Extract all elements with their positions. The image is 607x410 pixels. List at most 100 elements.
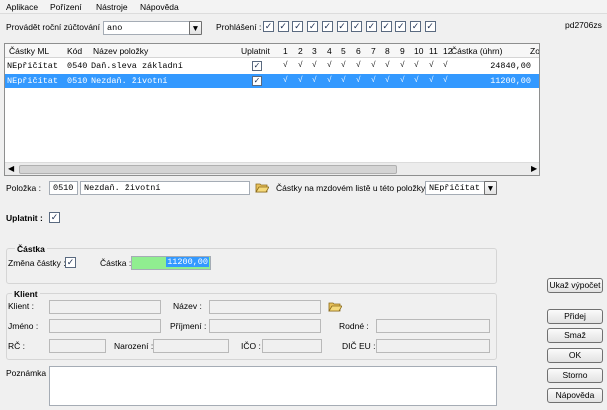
cell-month-tick: √ bbox=[341, 76, 346, 85]
menu-bar: Aplikace Pořízení Nástroje Nápověda bbox=[0, 0, 607, 14]
col-zo[interactable]: Zo bbox=[530, 46, 539, 56]
col-month[interactable]: 2 bbox=[298, 46, 303, 56]
klient-label: Klient : bbox=[8, 301, 34, 311]
klient-field[interactable] bbox=[49, 300, 161, 314]
rocni-zuctovani-select[interactable]: ano bbox=[103, 21, 190, 35]
polozka-nazev-field[interactable]: Nezdaň. životní bbox=[80, 181, 250, 195]
prohlaseni-checkbox[interactable]: ✓ bbox=[424, 21, 436, 32]
col-month[interactable]: 9 bbox=[400, 46, 405, 56]
check-icon: ✓ bbox=[264, 21, 273, 31]
col-month[interactable]: 4 bbox=[327, 46, 332, 56]
castky-mzdovy-list-value: NEpřičítat bbox=[429, 183, 481, 193]
jmeno-field[interactable] bbox=[49, 319, 161, 333]
castka-group bbox=[6, 248, 497, 284]
prohlaseni-checkbox[interactable]: ✓ bbox=[263, 21, 274, 32]
prijmeni-label: Příjmení : bbox=[170, 321, 207, 331]
nazev-field[interactable] bbox=[209, 300, 321, 314]
col-month[interactable]: 3 bbox=[312, 46, 317, 56]
col-nazev[interactable]: Název položky bbox=[93, 46, 148, 56]
scroll-left-icon[interactable]: ◀ bbox=[8, 164, 14, 173]
cell-month-tick: √ bbox=[400, 61, 405, 70]
uplatnit-checkbox[interactable]: ✓ bbox=[49, 212, 60, 223]
polozky-grid[interactable]: Částky ML Kód Název položky Uplatnit 123… bbox=[4, 43, 540, 176]
col-month[interactable]: 10 bbox=[414, 46, 423, 56]
cell-month-tick: √ bbox=[312, 76, 317, 85]
col-month[interactable]: 8 bbox=[385, 46, 390, 56]
col-month[interactable]: 7 bbox=[371, 46, 376, 56]
check-icon: ✓ bbox=[367, 21, 376, 31]
cell-month-tick: √ bbox=[385, 61, 390, 70]
castky-mzdovy-list-dropdown-button[interactable]: ▼ bbox=[484, 181, 497, 195]
row-uplatnit-checkbox[interactable]: ✓ bbox=[252, 76, 262, 86]
ico-field[interactable] bbox=[262, 339, 322, 353]
rodne-field[interactable] bbox=[376, 319, 490, 333]
castky-mzdovy-list-select[interactable]: NEpřičítat bbox=[425, 181, 485, 195]
prohlaseni-checkbox[interactable]: ✓ bbox=[395, 21, 407, 32]
prijmeni-field[interactable] bbox=[209, 319, 321, 333]
prohlaseni-checkbox[interactable]: ✓ bbox=[277, 21, 289, 32]
horizontal-scrollbar[interactable]: ◀ ▶ bbox=[5, 162, 539, 175]
table-row[interactable]: NEpřičítat 0510 Nezdaň. životní ✓ √ √ √ √ √ √ √ √ √ √… bbox=[5, 74, 539, 88]
scrollbar-thumb[interactable] bbox=[19, 165, 397, 174]
form-id: pd2706zs bbox=[565, 20, 602, 30]
storno-button[interactable]: Storno bbox=[547, 368, 603, 383]
cell-castky-ml: NEpřičítat bbox=[7, 61, 59, 71]
row-uplatnit-checkbox[interactable]: ✓ bbox=[252, 61, 262, 71]
scroll-right-icon[interactable]: ▶ bbox=[531, 164, 537, 173]
menu-aplikace[interactable]: Aplikace bbox=[6, 2, 38, 12]
napoveda-button[interactable]: Nápověda bbox=[547, 388, 603, 403]
cell-castka: 24840,00 bbox=[490, 61, 531, 71]
col-kod[interactable]: Kód bbox=[67, 46, 82, 56]
polozka-kod-value: 0510 bbox=[53, 183, 74, 193]
prohlaseni-checkbox[interactable]: ✓ bbox=[292, 21, 304, 32]
col-month[interactable]: 6 bbox=[356, 46, 361, 56]
polozka-kod-field[interactable]: 0510 bbox=[49, 181, 78, 195]
dic-eu-field[interactable] bbox=[376, 339, 490, 353]
table-row[interactable]: NEpřičítat 0540 Daň.sleva základní ✓ √ √ √ √ √ √ √… bbox=[5, 59, 539, 73]
check-icon: ✓ bbox=[411, 21, 420, 31]
col-month[interactable]: 1 bbox=[283, 46, 288, 56]
prohlaseni-checkbox[interactable]: ✓ bbox=[321, 21, 333, 32]
rocni-zuctovani-value: ano bbox=[107, 23, 123, 33]
prohlaseni-checkbox[interactable]: ✓ bbox=[307, 21, 319, 32]
prohlaseni-checkbox[interactable]: ✓ bbox=[336, 21, 348, 32]
check-icon: ✓ bbox=[352, 21, 361, 31]
cell-castky-ml: NEpřičítat bbox=[7, 76, 59, 86]
ukaz-vypocet-button[interactable]: Ukaž výpočet bbox=[547, 278, 603, 293]
folder-open-icon[interactable] bbox=[255, 181, 269, 193]
castka-field[interactable]: 11200,00 bbox=[131, 256, 211, 270]
col-castky-ml[interactable]: Částky ML bbox=[9, 46, 49, 56]
rocni-zuctovani-dropdown-button[interactable]: ▼ bbox=[189, 21, 202, 35]
check-icon: ✓ bbox=[382, 21, 390, 31]
pridej-button[interactable]: Přidej bbox=[547, 309, 603, 324]
cell-month-tick: √ bbox=[429, 76, 434, 85]
col-month[interactable]: 11 bbox=[429, 46, 438, 56]
check-icon: ✓ bbox=[253, 61, 261, 70]
prohlaseni-checkbox[interactable]: ✓ bbox=[380, 21, 392, 32]
zmena-castky-checkbox[interactable]: ✓ bbox=[65, 257, 76, 268]
prohlaseni-checkbox[interactable]: ✓ bbox=[410, 21, 421, 32]
menu-napoveda[interactable]: Nápověda bbox=[140, 2, 179, 12]
rc-label: RČ : bbox=[8, 341, 25, 351]
check-icon: ✓ bbox=[323, 21, 332, 31]
prohlaseni-checkbox[interactable]: ✓ bbox=[351, 21, 363, 32]
menu-nastroje[interactable]: Nástroje bbox=[96, 2, 128, 12]
folder-open-icon[interactable] bbox=[328, 300, 342, 312]
ok-button[interactable]: OK bbox=[547, 348, 603, 363]
menu-porizeni[interactable]: Pořízení bbox=[50, 2, 82, 12]
check-icon: ✓ bbox=[338, 21, 346, 31]
rocni-zuctovani-label: Provádět roční zúčtování : bbox=[6, 22, 105, 32]
castka-label: Částka : bbox=[100, 258, 132, 268]
cell-month-tick: √ bbox=[385, 76, 390, 85]
col-castka[interactable]: Částka (úhrn) bbox=[451, 46, 503, 56]
col-uplatnit[interactable]: Uplatnit bbox=[241, 46, 270, 56]
prohlaseni-checkbox[interactable]: ✓ bbox=[365, 21, 377, 32]
narozeni-field[interactable] bbox=[153, 339, 229, 353]
rc-field[interactable] bbox=[49, 339, 106, 353]
cell-month-tick: √ bbox=[443, 76, 448, 85]
cell-nazev: Daň.sleva základní bbox=[91, 61, 183, 71]
smaz-button[interactable]: Smaž bbox=[547, 328, 603, 343]
chevron-down-icon: ▼ bbox=[486, 183, 495, 193]
col-month[interactable]: 5 bbox=[341, 46, 346, 56]
poznamka-field[interactable] bbox=[49, 366, 497, 406]
